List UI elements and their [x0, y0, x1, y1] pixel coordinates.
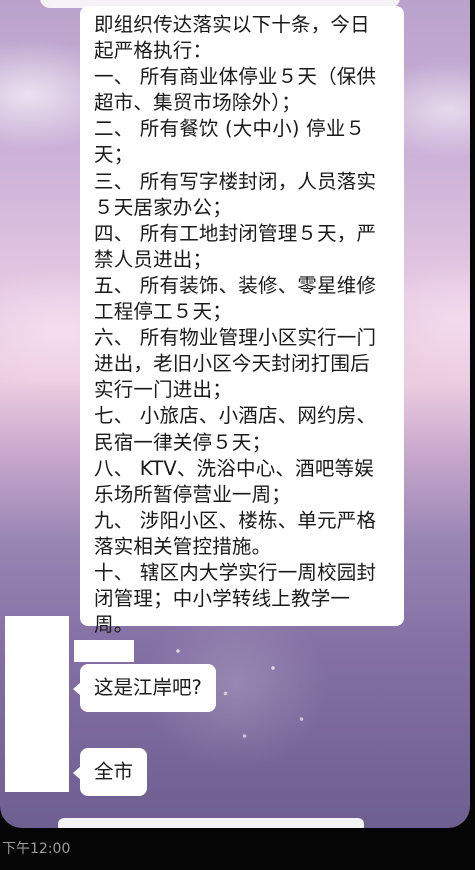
- message-line: 起严格执行：: [94, 39, 213, 63]
- message-line: 闭管理；中小学转线上教学一: [94, 587, 351, 611]
- message-line: 四、 所有工地封闭管理５天，严: [94, 221, 377, 245]
- message-line: 进出，老旧小区今天封闭打围后: [94, 352, 370, 376]
- message-line: 七、 小旅店、小酒店、网约房、: [94, 404, 377, 428]
- message-line: 天；: [94, 143, 134, 167]
- message-bubble-reply-1[interactable]: 这是江岸吧?: [73, 664, 216, 712]
- message-line: 工程停工５天；: [94, 300, 232, 324]
- message-bubble-notice[interactable]: 即组织传达落实以下十条，今日 起严格执行： 一、 所有商业体停业５天（保供 超市、集贸…: [80, 6, 404, 636]
- message-line: 落实相关管控措施。: [94, 534, 272, 558]
- message-bubble-reply-2[interactable]: 全市: [72, 748, 148, 796]
- input-bar[interactable]: [58, 818, 364, 828]
- message-line: 八、 KTV、洗浴中心、酒吧等娱: [94, 456, 374, 480]
- redacted-avatar-block: [5, 616, 69, 792]
- message-line: 实行一门进出；: [94, 378, 232, 402]
- chat-screen: 即组织传达落实以下十条，今日 起严格执行： 一、 所有商业体停业５天（保供 超市、集贸…: [0, 0, 470, 828]
- message-line: 九、 涉阳小区、楼栋、单元严格: [94, 508, 377, 532]
- message-line: 禁人员进出；: [94, 247, 213, 271]
- message-line: 五、 所有装饰、装修、零星维修: [94, 273, 377, 297]
- message-line: ５天居家办公；: [94, 195, 232, 219]
- redacted-name-block: [74, 640, 134, 662]
- message-line: 二、 所有餐饮 (大中小) 停业５: [94, 117, 366, 141]
- reply-text: 全市: [94, 760, 134, 783]
- message-line: 三、 所有写字楼封闭，人员落实: [94, 169, 377, 193]
- message-line: 民宿一律关停５天；: [94, 430, 272, 454]
- message-line: 乐场所暂停营业一周；: [94, 482, 292, 506]
- message-line: 即组织传达落实以下十条，今日: [94, 13, 370, 36]
- reply-text: 这是江岸吧?: [94, 676, 202, 699]
- message-line: 一、 所有商业体停业５天（保供: [94, 65, 377, 89]
- message-line: 超市、集贸市场除外）；: [94, 91, 301, 115]
- message-line: 十、 辖区内大学实行一周校园封: [94, 560, 377, 584]
- message-line: 周。: [94, 613, 134, 637]
- message-line: 六、 所有物业管理小区实行一门: [94, 326, 377, 350]
- timestamp: 下午12:00: [2, 841, 71, 857]
